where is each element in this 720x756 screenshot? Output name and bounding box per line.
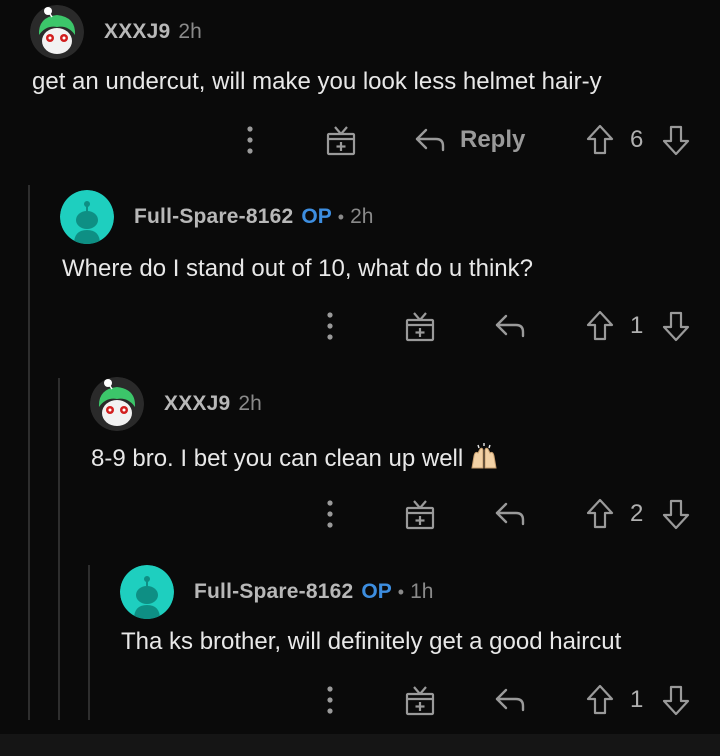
green-hair-snoo-avatar[interactable] (90, 377, 144, 431)
reply-button[interactable] (494, 306, 526, 346)
downvote-button[interactable] (661, 306, 691, 346)
upvote-button[interactable] (585, 120, 615, 160)
upvote-button[interactable] (585, 494, 615, 534)
comment-actions: Reply 6 (0, 120, 720, 160)
award-button[interactable] (403, 680, 437, 720)
downvote-arrow-icon (662, 311, 690, 342)
downvote-arrow-icon (662, 499, 690, 530)
reply-arrow-icon (415, 128, 445, 152)
comment-body: get an undercut, will make you look less… (32, 68, 602, 95)
reply-arrow-icon (495, 314, 525, 338)
downvote-button[interactable] (661, 680, 691, 720)
upvote-arrow-icon (586, 498, 614, 529)
op-badge: OP (301, 205, 332, 228)
comment-actions: 1 (0, 306, 720, 346)
default-teal-snoo-avatar[interactable] (60, 190, 114, 244)
meta-separator: • (337, 206, 345, 227)
comment-body: 8-9 bro. I bet you can clean up well (91, 442, 499, 477)
thread-line-level-1 (28, 185, 30, 720)
bottom-bar (0, 734, 720, 756)
more-options-button[interactable] (320, 680, 340, 720)
comment-body: Where do I stand out of 10, what do u th… (62, 255, 533, 282)
comment-timestamp: 1h (410, 580, 434, 603)
meta-separator: • (397, 581, 405, 602)
comment-timestamp: 2h (238, 392, 262, 415)
thread-line-level-2 (58, 378, 60, 720)
downvote-arrow-icon (662, 125, 690, 156)
green-hair-snoo-avatar[interactable] (30, 5, 84, 59)
downvote-button[interactable] (661, 120, 691, 160)
reply-arrow-icon (495, 688, 525, 712)
op-badge: OP (361, 580, 392, 603)
more-options-button[interactable] (320, 306, 340, 346)
upvote-arrow-icon (586, 310, 614, 341)
award-button[interactable] (403, 306, 437, 346)
reply-button[interactable]: Reply (414, 120, 525, 160)
comment-actions: 2 (0, 494, 720, 534)
more-options-button[interactable] (320, 494, 340, 534)
default-teal-snoo-avatar[interactable] (120, 565, 174, 619)
comment-timestamp: 2h (178, 20, 202, 43)
reply-arrow-icon (495, 502, 525, 526)
upvote-arrow-icon (586, 124, 614, 155)
gift-icon (326, 126, 356, 156)
award-button[interactable] (403, 494, 437, 534)
raising-hands-emoji (469, 442, 499, 477)
comment-body: Tha ks brother, will definitely get a go… (121, 628, 622, 655)
more-vertical-icon (327, 686, 333, 714)
vote-count: 1 (630, 312, 644, 339)
upvote-button[interactable] (585, 680, 615, 720)
comment-timestamp: 2h (350, 205, 374, 228)
comment-author[interactable]: XXXJ9 (164, 392, 230, 416)
more-vertical-icon (327, 312, 333, 340)
comment-author[interactable]: XXXJ9 (104, 20, 170, 44)
reply-button[interactable] (494, 494, 526, 534)
gift-icon (405, 500, 435, 530)
downvote-button[interactable] (661, 494, 691, 534)
comment-author[interactable]: Full-Spare-8162 (194, 580, 353, 604)
more-vertical-icon (327, 500, 333, 528)
vote-count: 2 (630, 500, 644, 527)
comment-author[interactable]: Full-Spare-8162 (134, 205, 293, 229)
gift-icon (405, 312, 435, 342)
comment-body-text: 8-9 bro. I bet you can clean up well (91, 444, 464, 472)
comment-actions: 1 (0, 680, 720, 720)
more-vertical-icon (247, 126, 253, 154)
downvote-arrow-icon (662, 685, 690, 716)
award-button[interactable] (324, 120, 358, 160)
upvote-button[interactable] (585, 306, 615, 346)
vote-count: 6 (630, 126, 644, 153)
upvote-arrow-icon (586, 684, 614, 715)
reply-button[interactable] (494, 680, 526, 720)
vote-count: 1 (630, 686, 644, 713)
gift-icon (405, 686, 435, 716)
reply-label: Reply (460, 126, 526, 153)
more-options-button[interactable] (240, 120, 260, 160)
